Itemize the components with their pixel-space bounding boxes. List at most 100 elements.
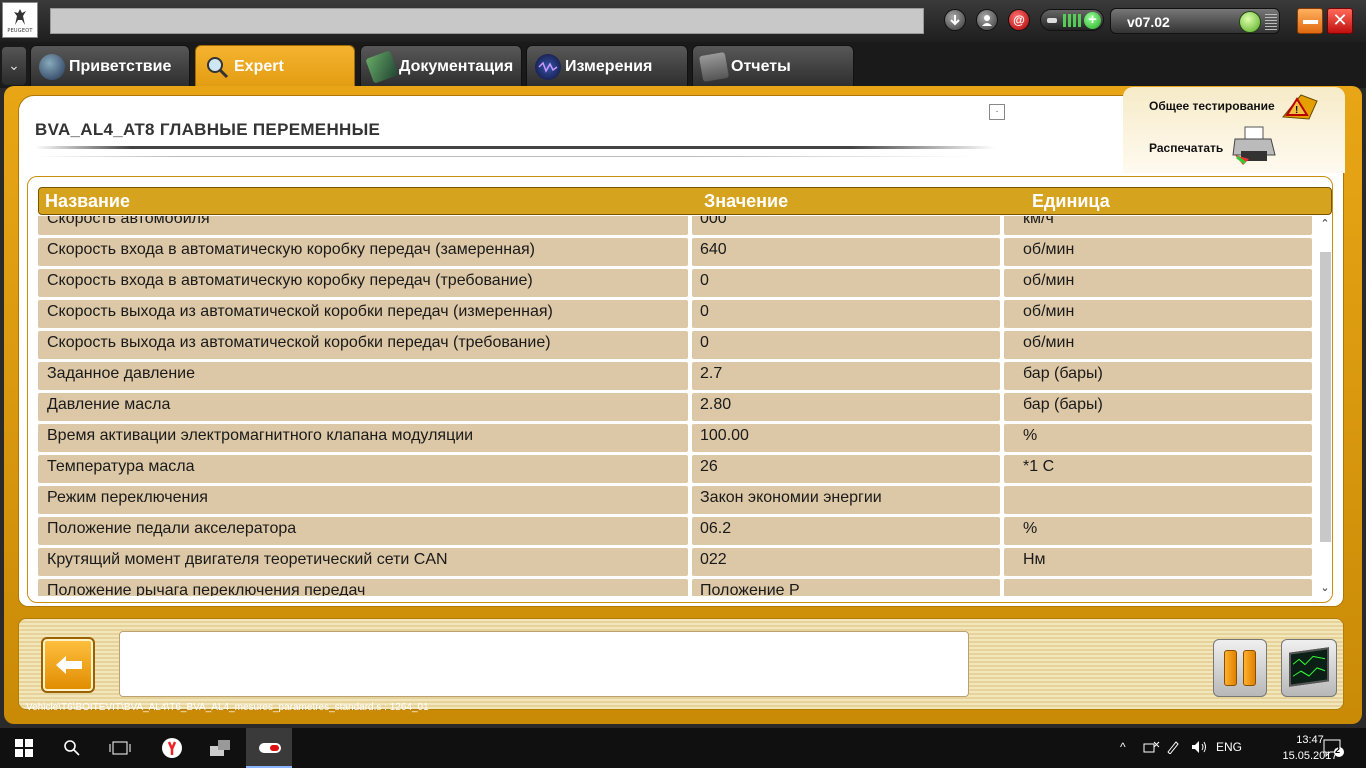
param-name: Время активации электромагнитного клапан…: [38, 424, 688, 452]
table-header: Название Значение Единица: [38, 187, 1332, 215]
graph-view-button[interactable]: [1281, 639, 1337, 697]
scroll-down-icon[interactable]: ⌄: [1318, 580, 1332, 596]
table-row[interactable]: Положение педали акселератора 06.2%: [38, 517, 1316, 545]
param-name: Положение педали акселератора: [38, 517, 688, 545]
param-value: 0: [692, 269, 1000, 297]
tab-expert[interactable]: Expert: [195, 45, 355, 87]
chevron-down-icon[interactable]: ⌄: [2, 47, 26, 85]
update-icon[interactable]: [1239, 11, 1261, 33]
param-value: 2.7: [692, 362, 1000, 390]
arrow-left-icon: [56, 656, 82, 674]
diagbox-app-icon[interactable]: [206, 734, 234, 762]
param-unit: об/мин: [1004, 269, 1312, 297]
print-button[interactable]: Распечатать: [1149, 141, 1223, 155]
table-row[interactable]: Заданное давление 2.7 бар (бары): [38, 362, 1316, 390]
side-actions-panel: Общее тестирование ! Распечатать: [1123, 87, 1345, 173]
param-name: Режим переключения: [38, 486, 688, 514]
minimize-button[interactable]: [1297, 8, 1323, 34]
global-test-button[interactable]: Общее тестирование: [1149, 99, 1275, 113]
param-value: 022: [692, 548, 1000, 576]
yandex-browser-icon[interactable]: [158, 734, 186, 762]
table-row[interactable]: Скорость автомобиля 000 км/ч: [38, 216, 1316, 235]
param-name: Положение рычага переключения передач: [38, 579, 688, 596]
address-bar[interactable]: [50, 8, 924, 34]
table-row[interactable]: Давление масла 2.80 бар (бары): [38, 393, 1316, 421]
tab-measurements[interactable]: Измерения: [526, 45, 688, 87]
magnifier-icon: [204, 54, 230, 80]
plus-icon[interactable]: +: [1084, 12, 1101, 29]
table-row[interactable]: Температура масла 26 *1 C: [38, 455, 1316, 483]
param-value: 06.2: [692, 517, 1000, 545]
close-button[interactable]: ✕: [1327, 8, 1353, 34]
param-name: Давление масла: [38, 393, 688, 421]
volume-icon[interactable]: [1190, 740, 1208, 757]
signal-bars-icon: [1063, 14, 1081, 27]
version-panel: v07.02: [1110, 8, 1280, 34]
table-row[interactable]: Крутящий момент двигателя теоретический …: [38, 548, 1316, 576]
param-name: Скорость входа в автоматическую коробку …: [38, 238, 688, 266]
small-toggle-box[interactable]: ·: [989, 104, 1005, 120]
connection-toggle[interactable]: +: [1040, 9, 1104, 31]
table-row[interactable]: Скорость выхода из автоматической коробк…: [38, 331, 1316, 359]
active-task[interactable]: [246, 728, 292, 768]
search-icon[interactable]: [58, 734, 86, 762]
pause-button[interactable]: [1213, 639, 1267, 697]
bottom-toolbar: [18, 618, 1344, 710]
lion-icon: [14, 9, 26, 25]
table-row[interactable]: Режим переключения Закон экономии энергии: [38, 486, 1316, 514]
param-unit: бар (бары): [1004, 393, 1312, 421]
param-value: 0: [692, 300, 1000, 328]
table-row[interactable]: Скорость выхода из автоматической коробк…: [38, 300, 1316, 328]
script-path: Vehicle\T6\BOITEVIT\BVA_AL4\T6_BVA_AL4_m…: [26, 702, 429, 713]
download-icon[interactable]: [944, 9, 966, 31]
tray-chevron-icon[interactable]: ^: [1120, 740, 1126, 754]
email-icon[interactable]: @: [1008, 9, 1030, 31]
message-box: [119, 631, 969, 697]
warning-icon[interactable]: !: [1279, 91, 1321, 121]
table-row[interactable]: Время активации электромагнитного клапан…: [38, 424, 1316, 452]
tab-welcome[interactable]: Приветствие: [30, 45, 190, 87]
pen-icon[interactable]: [1166, 740, 1180, 757]
globe-icon: [39, 54, 65, 80]
scroll-up-icon[interactable]: ⌃: [1318, 216, 1332, 232]
task-view-icon[interactable]: [106, 734, 134, 762]
table-body[interactable]: Скорость автомобиля 000 км/ч Скорость вход…: [38, 216, 1316, 596]
tab-label: Приветствие: [69, 58, 172, 75]
scroll-thumb[interactable]: [1320, 252, 1331, 542]
param-value: 26: [692, 455, 1000, 483]
parameters-table: Название Значение Единица Скорость автом…: [27, 176, 1333, 603]
column-unit-header: Единица: [1032, 191, 1110, 211]
table-row[interactable]: Скорость входа в автоматическую коробку …: [38, 238, 1316, 266]
notifications-icon[interactable]: 2: [1322, 738, 1344, 758]
language-indicator[interactable]: ENG: [1216, 740, 1242, 754]
param-unit: км/ч: [1004, 216, 1312, 235]
table-row[interactable]: Скорость входа в автоматическую коробку …: [38, 269, 1316, 297]
vertical-scrollbar[interactable]: ⌃ ⌄: [1318, 216, 1332, 596]
param-value: 2.80: [692, 393, 1000, 421]
oscilloscope-icon: [535, 54, 561, 80]
main-frame: BVA_AL4_AT8 ГЛАВНЫЕ ПЕРЕМЕННЫЕ · Общее т…: [4, 86, 1362, 724]
brand-text: PEUGEOT: [7, 28, 33, 34]
network-icon[interactable]: [1142, 740, 1160, 757]
printer-icon[interactable]: [1231, 125, 1277, 165]
report-icon: [698, 51, 730, 83]
taskbar: ^ ENG 13:47 15.05.2017 2: [0, 728, 1366, 768]
param-value: 0: [692, 331, 1000, 359]
notifications-count: 2: [1335, 745, 1341, 755]
back-button[interactable]: [41, 637, 95, 693]
param-unit: бар (бары): [1004, 362, 1312, 390]
param-unit: %: [1004, 424, 1312, 452]
param-unit: об/мин: [1004, 300, 1312, 328]
diagbox-running-icon: [259, 743, 281, 753]
book-icon: [365, 50, 399, 84]
pause-bar-icon: [1243, 650, 1256, 686]
column-name-header: Название: [45, 191, 130, 211]
table-row[interactable]: Положение рычага переключения передач Пол…: [38, 579, 1316, 596]
content-panel: BVA_AL4_AT8 ГЛАВНЫЕ ПЕРЕМЕННЫЕ · Общее т…: [18, 87, 1345, 607]
user-icon[interactable]: [976, 9, 998, 31]
tab-reports[interactable]: Отчеты: [692, 45, 854, 87]
tab-documentation[interactable]: Документация: [360, 45, 522, 87]
title-divider-secondary: [35, 156, 975, 157]
windows-start-icon[interactable]: [10, 734, 38, 762]
param-unit: Нм: [1004, 548, 1312, 576]
